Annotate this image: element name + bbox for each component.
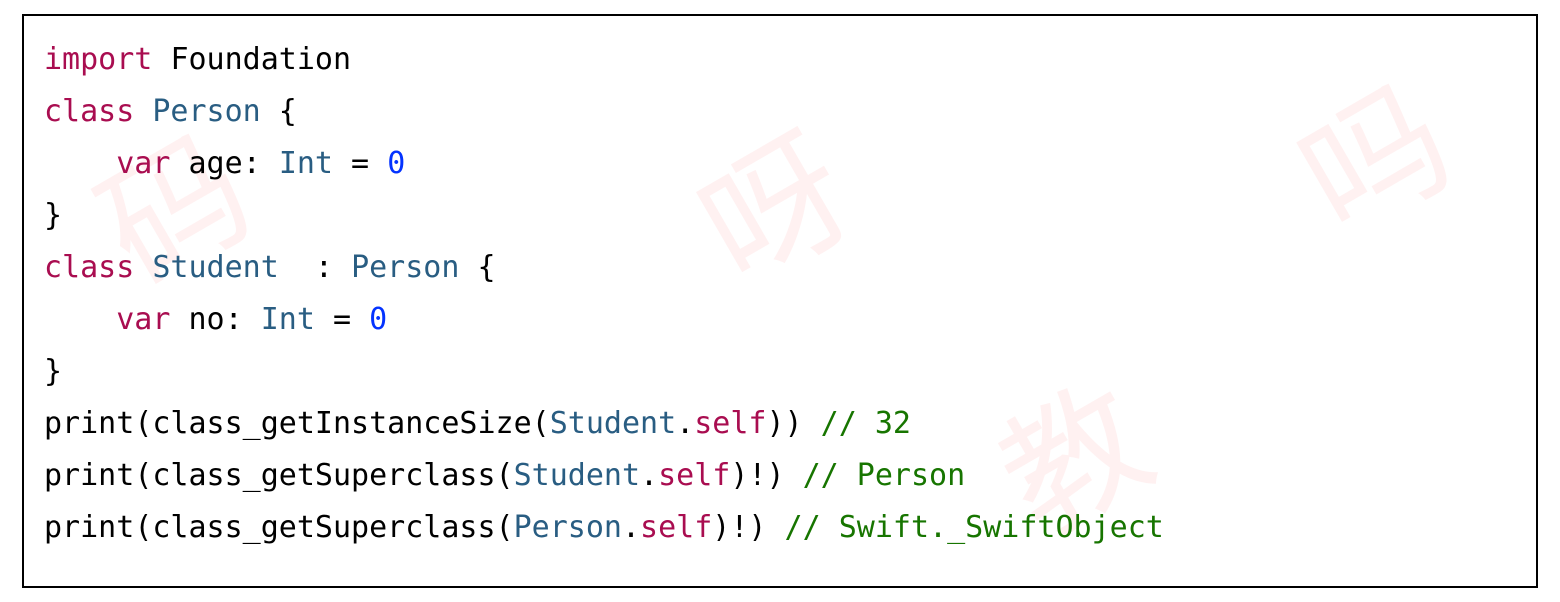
keyword-import: import: [44, 42, 152, 77]
code-block: import Foundation class Person { var age…: [22, 14, 1538, 588]
property-name: no: [189, 302, 225, 337]
separator: :: [279, 250, 351, 285]
code-line: }: [44, 346, 1516, 398]
comment: // 32: [821, 406, 911, 441]
func-call: class_getSuperclass: [152, 458, 495, 493]
indent: [44, 302, 116, 337]
indent: [44, 146, 116, 181]
number-literal: 0: [369, 302, 387, 337]
func-call: class_getInstanceSize: [152, 406, 531, 441]
code-line: print(class_getInstanceSize(Student.self…: [44, 398, 1516, 450]
paren: (: [496, 458, 514, 493]
dot: .: [622, 510, 640, 545]
colon: :: [225, 302, 261, 337]
space: [766, 510, 784, 545]
equals: =: [333, 146, 387, 181]
class-name: Student: [152, 250, 278, 285]
paren: (: [134, 458, 152, 493]
code-line: class Student : Person {: [44, 242, 1516, 294]
class-ref: Student: [514, 458, 640, 493]
brace: {: [459, 250, 495, 285]
keyword-class: class: [44, 250, 134, 285]
base-class: Person: [351, 250, 459, 285]
code-line: class Person {: [44, 86, 1516, 138]
class-ref: Student: [550, 406, 676, 441]
func-call: class_getSuperclass: [152, 510, 495, 545]
keyword-var: var: [116, 146, 170, 181]
brace: }: [44, 198, 62, 233]
paren: )!): [712, 510, 766, 545]
type-int: Int: [279, 146, 333, 181]
code-line: }: [44, 190, 1516, 242]
paren: (: [134, 406, 152, 441]
comment: // Swift._SwiftObject: [785, 510, 1164, 545]
class-name: Person: [152, 94, 260, 129]
code-line: print(class_getSuperclass(Student.self)!…: [44, 450, 1516, 502]
space: [803, 406, 821, 441]
dot: .: [676, 406, 694, 441]
brace: }: [44, 354, 62, 389]
code-line: var no: Int = 0: [44, 294, 1516, 346]
func-print: print: [44, 458, 134, 493]
keyword-class: class: [44, 94, 134, 129]
dot: .: [640, 458, 658, 493]
brace: {: [261, 94, 297, 129]
colon: :: [243, 146, 279, 181]
keyword-self: self: [658, 458, 730, 493]
comment: // Person: [803, 458, 966, 493]
paren: (: [134, 510, 152, 545]
code-line: import Foundation: [44, 34, 1516, 86]
space: [785, 458, 803, 493]
type-int: Int: [261, 302, 315, 337]
paren: (: [532, 406, 550, 441]
paren: (: [496, 510, 514, 545]
paren: )!): [730, 458, 784, 493]
paren: )): [766, 406, 802, 441]
code-line: print(class_getSuperclass(Person.self)!)…: [44, 502, 1516, 554]
func-print: print: [44, 510, 134, 545]
class-ref: Person: [514, 510, 622, 545]
number-literal: 0: [387, 146, 405, 181]
keyword-self: self: [640, 510, 712, 545]
property-name: age: [189, 146, 243, 181]
identifier: Foundation: [170, 42, 351, 77]
code-line: var age: Int = 0: [44, 138, 1516, 190]
keyword-var: var: [116, 302, 170, 337]
keyword-self: self: [694, 406, 766, 441]
func-print: print: [44, 406, 134, 441]
equals: =: [315, 302, 369, 337]
